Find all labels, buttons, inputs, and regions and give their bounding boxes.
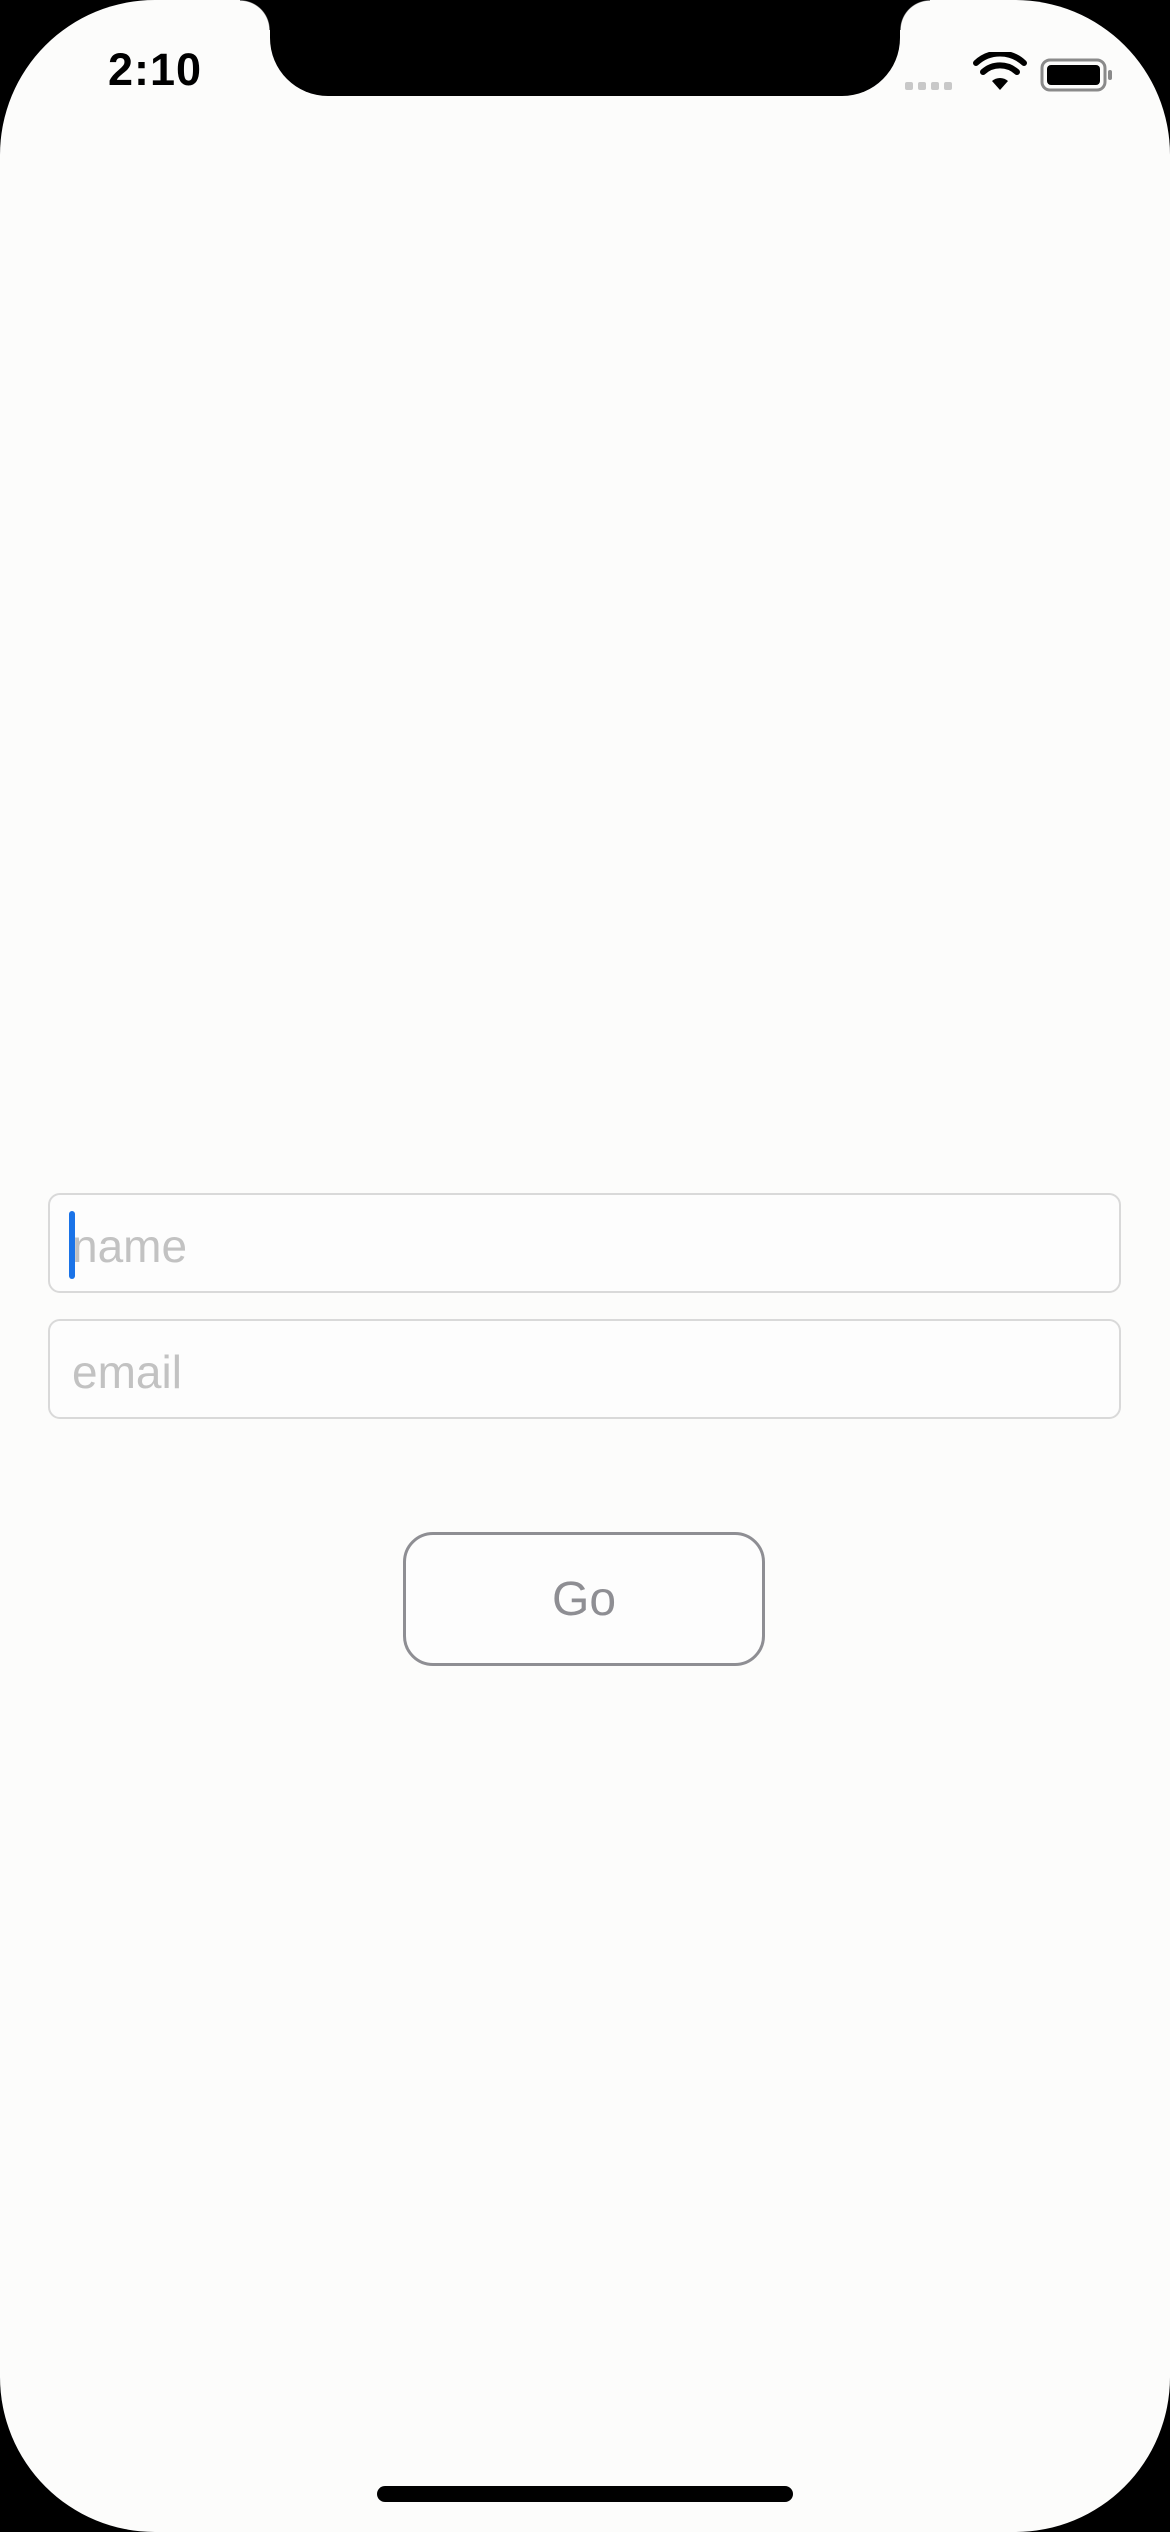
go-button[interactable]: Go [403,1532,765,1666]
wifi-icon [973,52,1027,90]
cellular-signal-icon [905,82,952,90]
name-input[interactable]: name [48,1193,1121,1293]
email-placeholder: email [72,1346,182,1398]
app-screen: 2:10 name email Go [0,0,1170,2532]
battery-icon [1040,58,1112,92]
device-frame: 2:10 name email Go [0,0,1170,2532]
notch [240,0,930,96]
name-placeholder: name [72,1220,188,1272]
email-input[interactable]: email [48,1319,1121,1419]
home-indicator[interactable] [377,2486,793,2502]
status-bar-time: 2:10 [108,44,203,95]
